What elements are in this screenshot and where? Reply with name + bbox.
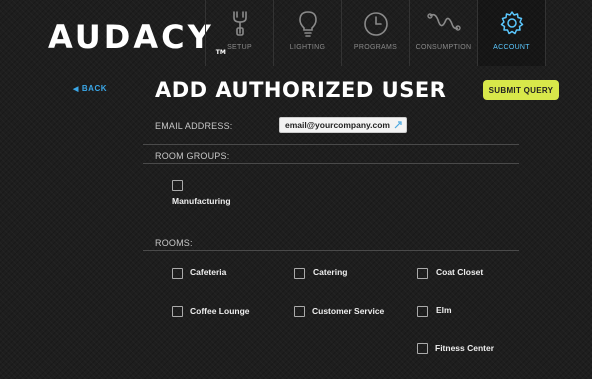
audacy-logo: AUDACY TM [48,18,226,56]
nav-item-account[interactable]: ACCOUNT [477,0,546,66]
checkbox[interactable] [172,180,183,192]
lightbulb-icon [298,11,317,37]
room-label-cafeteria: Cafeteria [190,267,227,277]
room-groups-label: ROOM GROUPS: [155,151,230,161]
page-title: ADD AUTHORIZED USER [155,78,447,102]
room-groups-divider [143,163,519,164]
wave-chart-icon [426,13,461,31]
room-label-customer-service: Customer Service [312,306,385,316]
clock-icon [363,12,388,36]
room-label-coffee-lounge: Coffee Lounge [190,306,250,316]
nav-label-setup: SETUP [227,44,252,51]
nav-label-programs: PROGRAMS [353,44,398,51]
nav-item-programs[interactable]: PROGRAMS [341,0,409,66]
back-label: BACK [81,84,107,93]
nav-item-lighting[interactable]: LIGHTING [273,0,341,66]
nav-label-account: ACCOUNT [493,44,530,51]
nav-item-setup[interactable]: SETUP [205,0,273,66]
room-group-label-manufacturing: Manufacturing [172,196,231,206]
checkbox[interactable] [417,306,428,318]
gear-icon [500,11,523,35]
room-label-fitness-center: Fitness Center [435,343,495,353]
contact-picker-icon[interactable] [394,120,403,129]
checkbox[interactable] [417,268,428,280]
nav-item-consumption[interactable]: CONSUMPTION [409,0,477,66]
submit-query-button[interactable]: SUBMIT QUERY [483,80,559,100]
nav-label-consumption: CONSUMPTION [415,44,472,51]
room-checkbox-coat-closet[interactable] [417,265,428,283]
back-arrow-icon: ◀ [73,86,79,93]
room-checkbox-elm[interactable] [417,303,428,321]
room-checkbox-cafeteria[interactable] [172,265,183,283]
email-divider [143,144,519,145]
main-nav: SETUP LIGHTING PROGRAMS CONSUMPTION ACCO… [205,0,546,66]
room-label-elm: Elm [436,305,452,315]
logo-text: AUDACY [48,18,214,56]
checkbox[interactable] [294,268,305,280]
wrench-icon [232,11,247,36]
nav-label-lighting: LIGHTING [289,44,326,51]
room-label-catering: Catering [313,267,348,277]
checkbox[interactable] [172,268,183,280]
rooms-divider [143,250,519,251]
top-navigation-bar: AUDACY TM SETUP LIGHTING PROGRAMS CONSUMP… [0,0,592,66]
room-checkbox-catering[interactable] [294,265,305,283]
back-link[interactable]: ◀ BACK [73,84,107,93]
rooms-label: ROOMS: [155,238,193,248]
email-input[interactable] [279,117,407,133]
room-label-coat-closet: Coat Closet [436,267,484,277]
email-address-label: EMAIL ADDRESS: [155,121,233,131]
